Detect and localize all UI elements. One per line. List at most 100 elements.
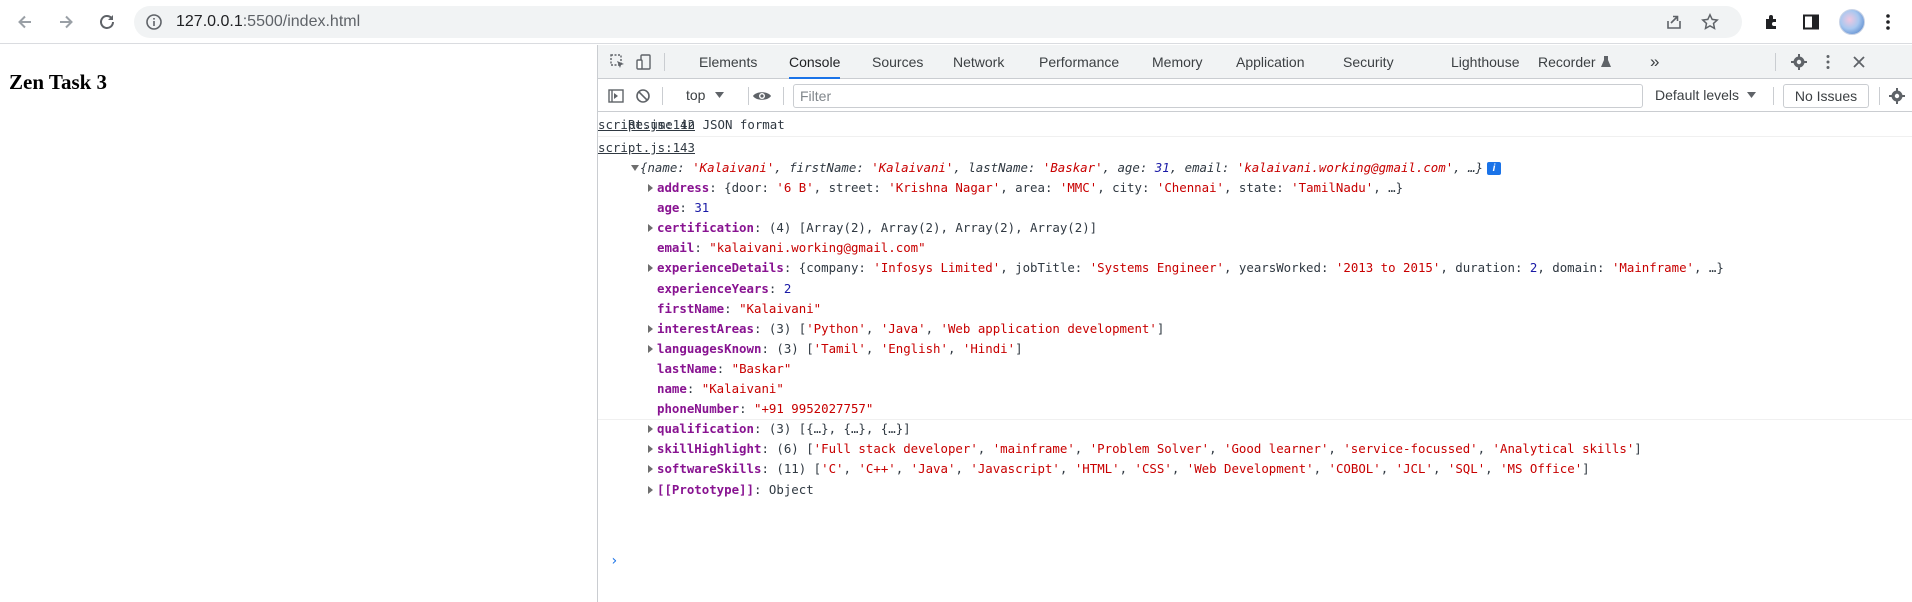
tab-security[interactable]: Security <box>1343 45 1394 79</box>
console-settings-gear-icon[interactable] <box>1887 86 1907 106</box>
property-value: (6) ['Full stack developer', 'mainframe'… <box>776 441 1642 456</box>
property-value: 31 <box>694 200 710 215</box>
property-row[interactable]: interestAreas: (3) ['Python', 'Java', 'W… <box>657 319 1164 339</box>
flask-icon <box>1601 56 1612 67</box>
device-toolbar-icon[interactable] <box>634 52 654 72</box>
clear-console-icon[interactable] <box>633 86 653 106</box>
reload-icon[interactable] <box>95 10 119 34</box>
toolbar-divider <box>748 87 749 105</box>
property-row[interactable]: [[Prototype]]: Object <box>657 480 814 500</box>
browser-menu-kebab-icon[interactable] <box>1876 10 1900 34</box>
property-colon: : <box>686 381 702 396</box>
address-bar[interactable]: 127.0.0.1:5500/index.html <box>134 6 1742 38</box>
property-value: "Kalaivani" <box>739 301 822 316</box>
property-key: languagesKnown <box>657 341 762 356</box>
property-colon: : <box>724 301 740 316</box>
property-row[interactable]: address: {door: '6 B', street: 'Krishna … <box>657 178 1403 198</box>
extensions-puzzle-icon[interactable] <box>1760 10 1784 34</box>
tab-network[interactable]: Network <box>953 45 1004 79</box>
more-tabs-button[interactable]: » <box>1650 45 1659 79</box>
live-expression-eye-icon[interactable] <box>752 86 772 106</box>
property-colon: : <box>761 441 777 456</box>
back-arrow-icon[interactable] <box>13 10 37 34</box>
property-row: phoneNumber: "+91 9952027757" <box>657 399 873 419</box>
inspect-element-icon[interactable] <box>608 52 628 72</box>
settings-gear-icon[interactable] <box>1789 52 1809 72</box>
caret-down-icon <box>1746 92 1756 98</box>
profile-avatar[interactable] <box>1839 9 1865 35</box>
property-colon: : <box>753 321 769 336</box>
share-icon[interactable] <box>1664 12 1684 37</box>
url-host: 127.0.0.1 <box>176 13 243 30</box>
collapse-triangle-icon[interactable] <box>631 165 639 171</box>
property-row[interactable]: softwareSkills: (11) ['C', 'C++', 'Java'… <box>657 459 1590 479</box>
tab-recorder[interactable]: Recorder <box>1538 45 1612 79</box>
property-row[interactable]: qualification: (3) [{…}, {…}, {…}] <box>657 419 911 439</box>
property-value: Object <box>768 482 814 497</box>
expand-triangle-icon[interactable] <box>648 486 653 494</box>
expand-triangle-icon[interactable] <box>648 445 653 453</box>
property-colon: : <box>716 361 732 376</box>
property-row[interactable]: certification: (4) [Array(2), Array(2), … <box>657 218 1097 238</box>
property-colon: : <box>694 240 710 255</box>
property-colon: : <box>761 461 777 476</box>
expand-triangle-icon[interactable] <box>648 425 653 433</box>
property-key: age <box>657 200 680 215</box>
property-key: qualification <box>657 421 754 436</box>
property-key: phoneNumber <box>657 401 740 416</box>
object-info-badge[interactable]: i <box>1487 162 1502 175</box>
expand-triangle-icon[interactable] <box>648 465 653 473</box>
close-devtools-icon[interactable] <box>1849 52 1869 72</box>
console-filter-input[interactable] <box>793 84 1643 108</box>
property-colon: : <box>709 180 725 195</box>
console-message: script.js:143 {name: 'Kalaivani', firstN… <box>598 138 1912 497</box>
expand-triangle-icon[interactable] <box>648 264 653 272</box>
browser-toolbar: 127.0.0.1:5500/index.html <box>0 0 1912 44</box>
property-key: experienceDetails <box>657 260 784 275</box>
property-value: (4) [Array(2), Array(2), Array(2), Array… <box>768 220 1098 235</box>
expand-triangle-icon[interactable] <box>648 224 653 232</box>
source-link[interactable]: script.js:143 <box>598 138 1885 158</box>
show-sidebar-icon[interactable] <box>606 86 626 106</box>
property-value: 2 <box>783 281 792 296</box>
property-row: experienceYears: 2 <box>657 279 791 299</box>
property-value: (3) ['Tamil', 'English', 'Hindi'] <box>776 341 1023 356</box>
expand-triangle-icon[interactable] <box>648 325 653 333</box>
tab-lighthouse[interactable]: Lighthouse <box>1451 45 1520 79</box>
object-summary[interactable]: {name: 'Kalaivani', firstName: 'Kalaivan… <box>640 158 1502 178</box>
property-value: (11) ['C', 'C++', 'Java', 'Javascript', … <box>776 461 1590 476</box>
issues-button[interactable]: No Issues <box>1783 84 1869 108</box>
property-row[interactable]: skillHighlight: (6) ['Full stack develop… <box>657 439 1642 459</box>
devtools-menu-kebab-icon[interactable] <box>1818 52 1838 72</box>
property-key: [[Prototype]] <box>657 482 754 497</box>
bookmark-star-icon[interactable] <box>1700 12 1720 37</box>
tab-elements[interactable]: Elements <box>699 45 757 79</box>
tab-performance[interactable]: Performance <box>1039 45 1119 79</box>
tab-memory[interactable]: Memory <box>1152 45 1203 79</box>
site-info-icon[interactable] <box>144 12 164 32</box>
property-value: "Kalaivani" <box>701 381 784 396</box>
expand-triangle-icon[interactable] <box>648 184 653 192</box>
forward-arrow-icon[interactable] <box>54 10 78 34</box>
toolbar-divider <box>1879 87 1880 105</box>
web-page: Zen Task 3 <box>0 45 597 602</box>
property-key: interestAreas <box>657 321 754 336</box>
side-panel-icon[interactable] <box>1799 10 1823 34</box>
context-select[interactable]: top <box>686 87 725 103</box>
console-prompt[interactable]: › <box>610 553 618 569</box>
expand-triangle-icon[interactable] <box>648 345 653 353</box>
property-row: email: "kalaivani.working@gmail.com" <box>657 238 926 258</box>
tab-application[interactable]: Application <box>1236 45 1305 79</box>
console-output: Resume in JSON format script.js:142 scri… <box>598 113 1912 602</box>
property-colon: : <box>753 220 769 235</box>
log-levels-select[interactable]: Default levels <box>1655 87 1756 103</box>
property-row[interactable]: experienceDetails: {company: 'Infosys Li… <box>657 258 1724 278</box>
toolbar-divider <box>664 53 665 71</box>
property-value: (3) [{…}, {…}, {…}] <box>768 421 911 436</box>
tab-console[interactable]: Console <box>789 45 841 79</box>
toolbar-divider <box>1775 53 1776 71</box>
url-text[interactable]: 127.0.0.1:5500/index.html <box>176 13 360 31</box>
property-row[interactable]: languagesKnown: (3) ['Tamil', 'English',… <box>657 339 1023 359</box>
tab-sources[interactable]: Sources <box>872 45 923 79</box>
source-link[interactable]: script.js:142 <box>598 115 1885 135</box>
